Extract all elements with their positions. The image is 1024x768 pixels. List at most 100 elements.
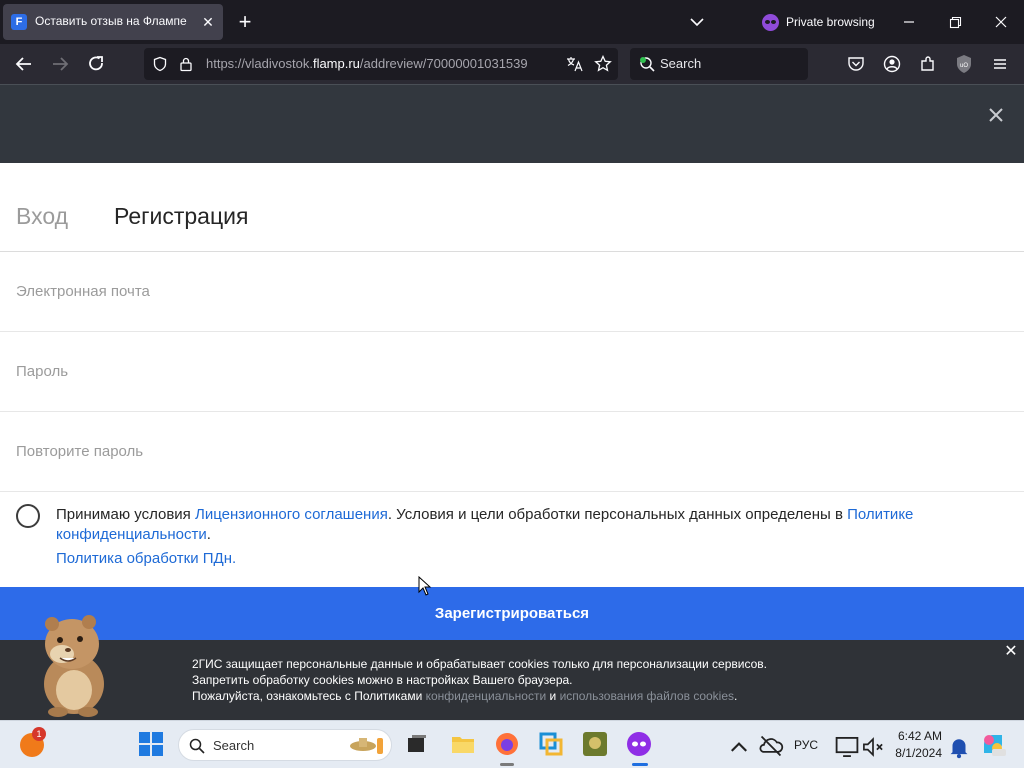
modal-header (0, 84, 1024, 163)
windows-taskbar: 1 Search РУС 6:42 AM 8/1/2024 (0, 720, 1024, 768)
game-app-icon[interactable] (582, 731, 608, 757)
pd-policy-link[interactable]: Политика обработки ПДн. (56, 550, 236, 567)
firefox-active-indicator (500, 763, 514, 766)
search-placeholder: Search (660, 56, 702, 71)
address-bar[interactable]: https://vladivostok.flamp.ru/addreview/7… (144, 48, 618, 80)
url-path: /addreview/70000001031539 (359, 56, 528, 71)
copilot-icon[interactable] (980, 731, 1006, 757)
password-repeat-input[interactable] (16, 438, 996, 464)
svg-text:uO: uO (960, 63, 968, 69)
consent-middle: . Условия и цели обработки персональных … (387, 506, 848, 523)
register-button[interactable]: Зарегистрироваться (0, 587, 1024, 640)
password-repeat-field (0, 412, 1024, 492)
reload-icon (89, 56, 103, 71)
list-all-tabs-button[interactable] (686, 10, 708, 34)
minimize-icon (904, 21, 914, 23)
taskbar-search[interactable]: Search (178, 729, 392, 761)
cookie-text: 2ГИС защищает персональные данные и обра… (192, 656, 767, 704)
notification-badge: 1 (32, 727, 46, 741)
hamburger-menu-icon[interactable] (990, 54, 1010, 74)
bookmark-star-icon[interactable] (594, 55, 612, 73)
url-text[interactable]: https://vladivostok.flamp.ru/addreview/7… (206, 56, 558, 71)
reload-button[interactable] (82, 50, 110, 78)
account-icon[interactable] (882, 54, 902, 74)
lock-icon[interactable] (178, 56, 194, 72)
cookie-line-3-and: и (546, 689, 560, 703)
language-indicator[interactable]: РУС (794, 738, 818, 752)
tab-title: Оставить отзыв на Флампе (35, 14, 187, 28)
restore-button[interactable] (941, 8, 969, 36)
pocket-icon[interactable] (846, 55, 866, 73)
close-window-button[interactable] (987, 8, 1015, 36)
browser-navbar: https://vladivostok.flamp.ru/addreview/7… (0, 44, 1024, 84)
tab-register[interactable]: Регистрация (114, 203, 248, 230)
cookie-line-3: Пожалуйста, ознакомьтесь с Политиками ко… (192, 688, 767, 704)
flamp-favicon-icon: F (11, 14, 27, 30)
search-highlight-icon (350, 738, 383, 754)
private-window-active-indicator (632, 763, 648, 766)
url-prefix: https://vladivostok. (206, 56, 313, 71)
chevron-up-icon[interactable] (726, 735, 752, 761)
network-app-icon[interactable] (538, 731, 564, 757)
mouse-cursor-icon (418, 576, 432, 596)
arrow-right-icon (53, 57, 69, 71)
license-agreement-link[interactable]: Лицензионного соглашения (195, 506, 388, 523)
firefox-private-icon[interactable] (626, 731, 652, 757)
clock-time[interactable]: 6:42 AM (896, 729, 942, 743)
file-explorer-icon[interactable] (450, 731, 476, 757)
cookie-privacy-link[interactable]: конфиденциальности (426, 689, 547, 703)
display-icon[interactable] (834, 734, 860, 760)
close-icon (989, 108, 1003, 122)
page-content: Вход Регистрация Принимаю условия Лиценз… (0, 84, 1024, 720)
auth-tabs: Вход Регистрация (0, 163, 1024, 252)
cookie-policy-link[interactable]: использования файлов cookies (560, 689, 734, 703)
volume-muted-icon[interactable] (860, 734, 886, 760)
browser-search-box[interactable]: Search (630, 48, 808, 80)
consent-prefix: Принимаю условия (56, 506, 195, 523)
browser-titlebar: F Оставить отзыв на Флампе ✕ + Private b… (0, 0, 1024, 44)
search-icon (189, 738, 205, 754)
private-browsing-indicator: Private browsing (762, 12, 875, 32)
forward-button[interactable] (46, 50, 74, 78)
consent-text: Принимаю условия Лицензионного соглашени… (56, 505, 1006, 545)
ublock-origin-icon[interactable]: uO (954, 53, 974, 75)
chevron-down-icon (690, 18, 704, 27)
restore-icon (949, 16, 962, 29)
browser-tab-active[interactable]: F Оставить отзыв на Флампе ✕ (3, 4, 223, 40)
private-browsing-label: Private browsing (786, 15, 875, 29)
email-field (0, 252, 1024, 332)
cookie-line-3-prefix: Пожалуйста, ознакомьтесь с Политиками (192, 689, 426, 703)
url-domain: flamp.ru (312, 56, 360, 71)
taskbar-search-label: Search (213, 738, 255, 753)
close-icon (995, 16, 1007, 28)
consent-suffix: . (206, 526, 211, 543)
password-input[interactable] (16, 358, 996, 384)
firefox-icon[interactable] (494, 731, 520, 757)
cloud-offline-icon[interactable] (758, 733, 784, 759)
shield-icon[interactable] (152, 56, 168, 72)
windows-start-icon[interactable] (138, 731, 164, 757)
clock-date[interactable]: 8/1/2024 (890, 746, 942, 760)
hamster-mascot-icon (44, 615, 104, 717)
bell-icon[interactable] (946, 734, 972, 760)
consent-block: Принимаю условия Лицензионного соглашени… (0, 492, 1024, 587)
modal-close-button[interactable] (984, 103, 1008, 127)
consent-radio[interactable] (16, 504, 40, 528)
task-view-icon[interactable] (404, 731, 430, 757)
minimize-button[interactable] (895, 8, 923, 36)
arrow-left-icon (15, 57, 31, 71)
search-engine-icon (640, 57, 655, 72)
tab-close-icon[interactable]: ✕ (200, 13, 216, 31)
cookie-close-button[interactable]: ✕ (1003, 644, 1019, 660)
cookie-banner: 2ГИС защищает персональные данные и обра… (0, 615, 1024, 720)
extensions-puzzle-icon[interactable] (918, 54, 938, 74)
tab-login[interactable]: Вход (16, 203, 68, 230)
cookie-line-3-suffix: . (734, 689, 738, 703)
email-input[interactable] (16, 278, 996, 304)
cookie-line-2: Запретить обработку cookies можно в наст… (192, 673, 573, 687)
cookie-line-1: 2ГИС защищает персональные данные и обра… (192, 657, 767, 671)
password-field (0, 332, 1024, 412)
translate-icon[interactable] (566, 56, 584, 72)
back-button[interactable] (10, 50, 38, 78)
new-tab-button[interactable]: + (232, 8, 258, 36)
